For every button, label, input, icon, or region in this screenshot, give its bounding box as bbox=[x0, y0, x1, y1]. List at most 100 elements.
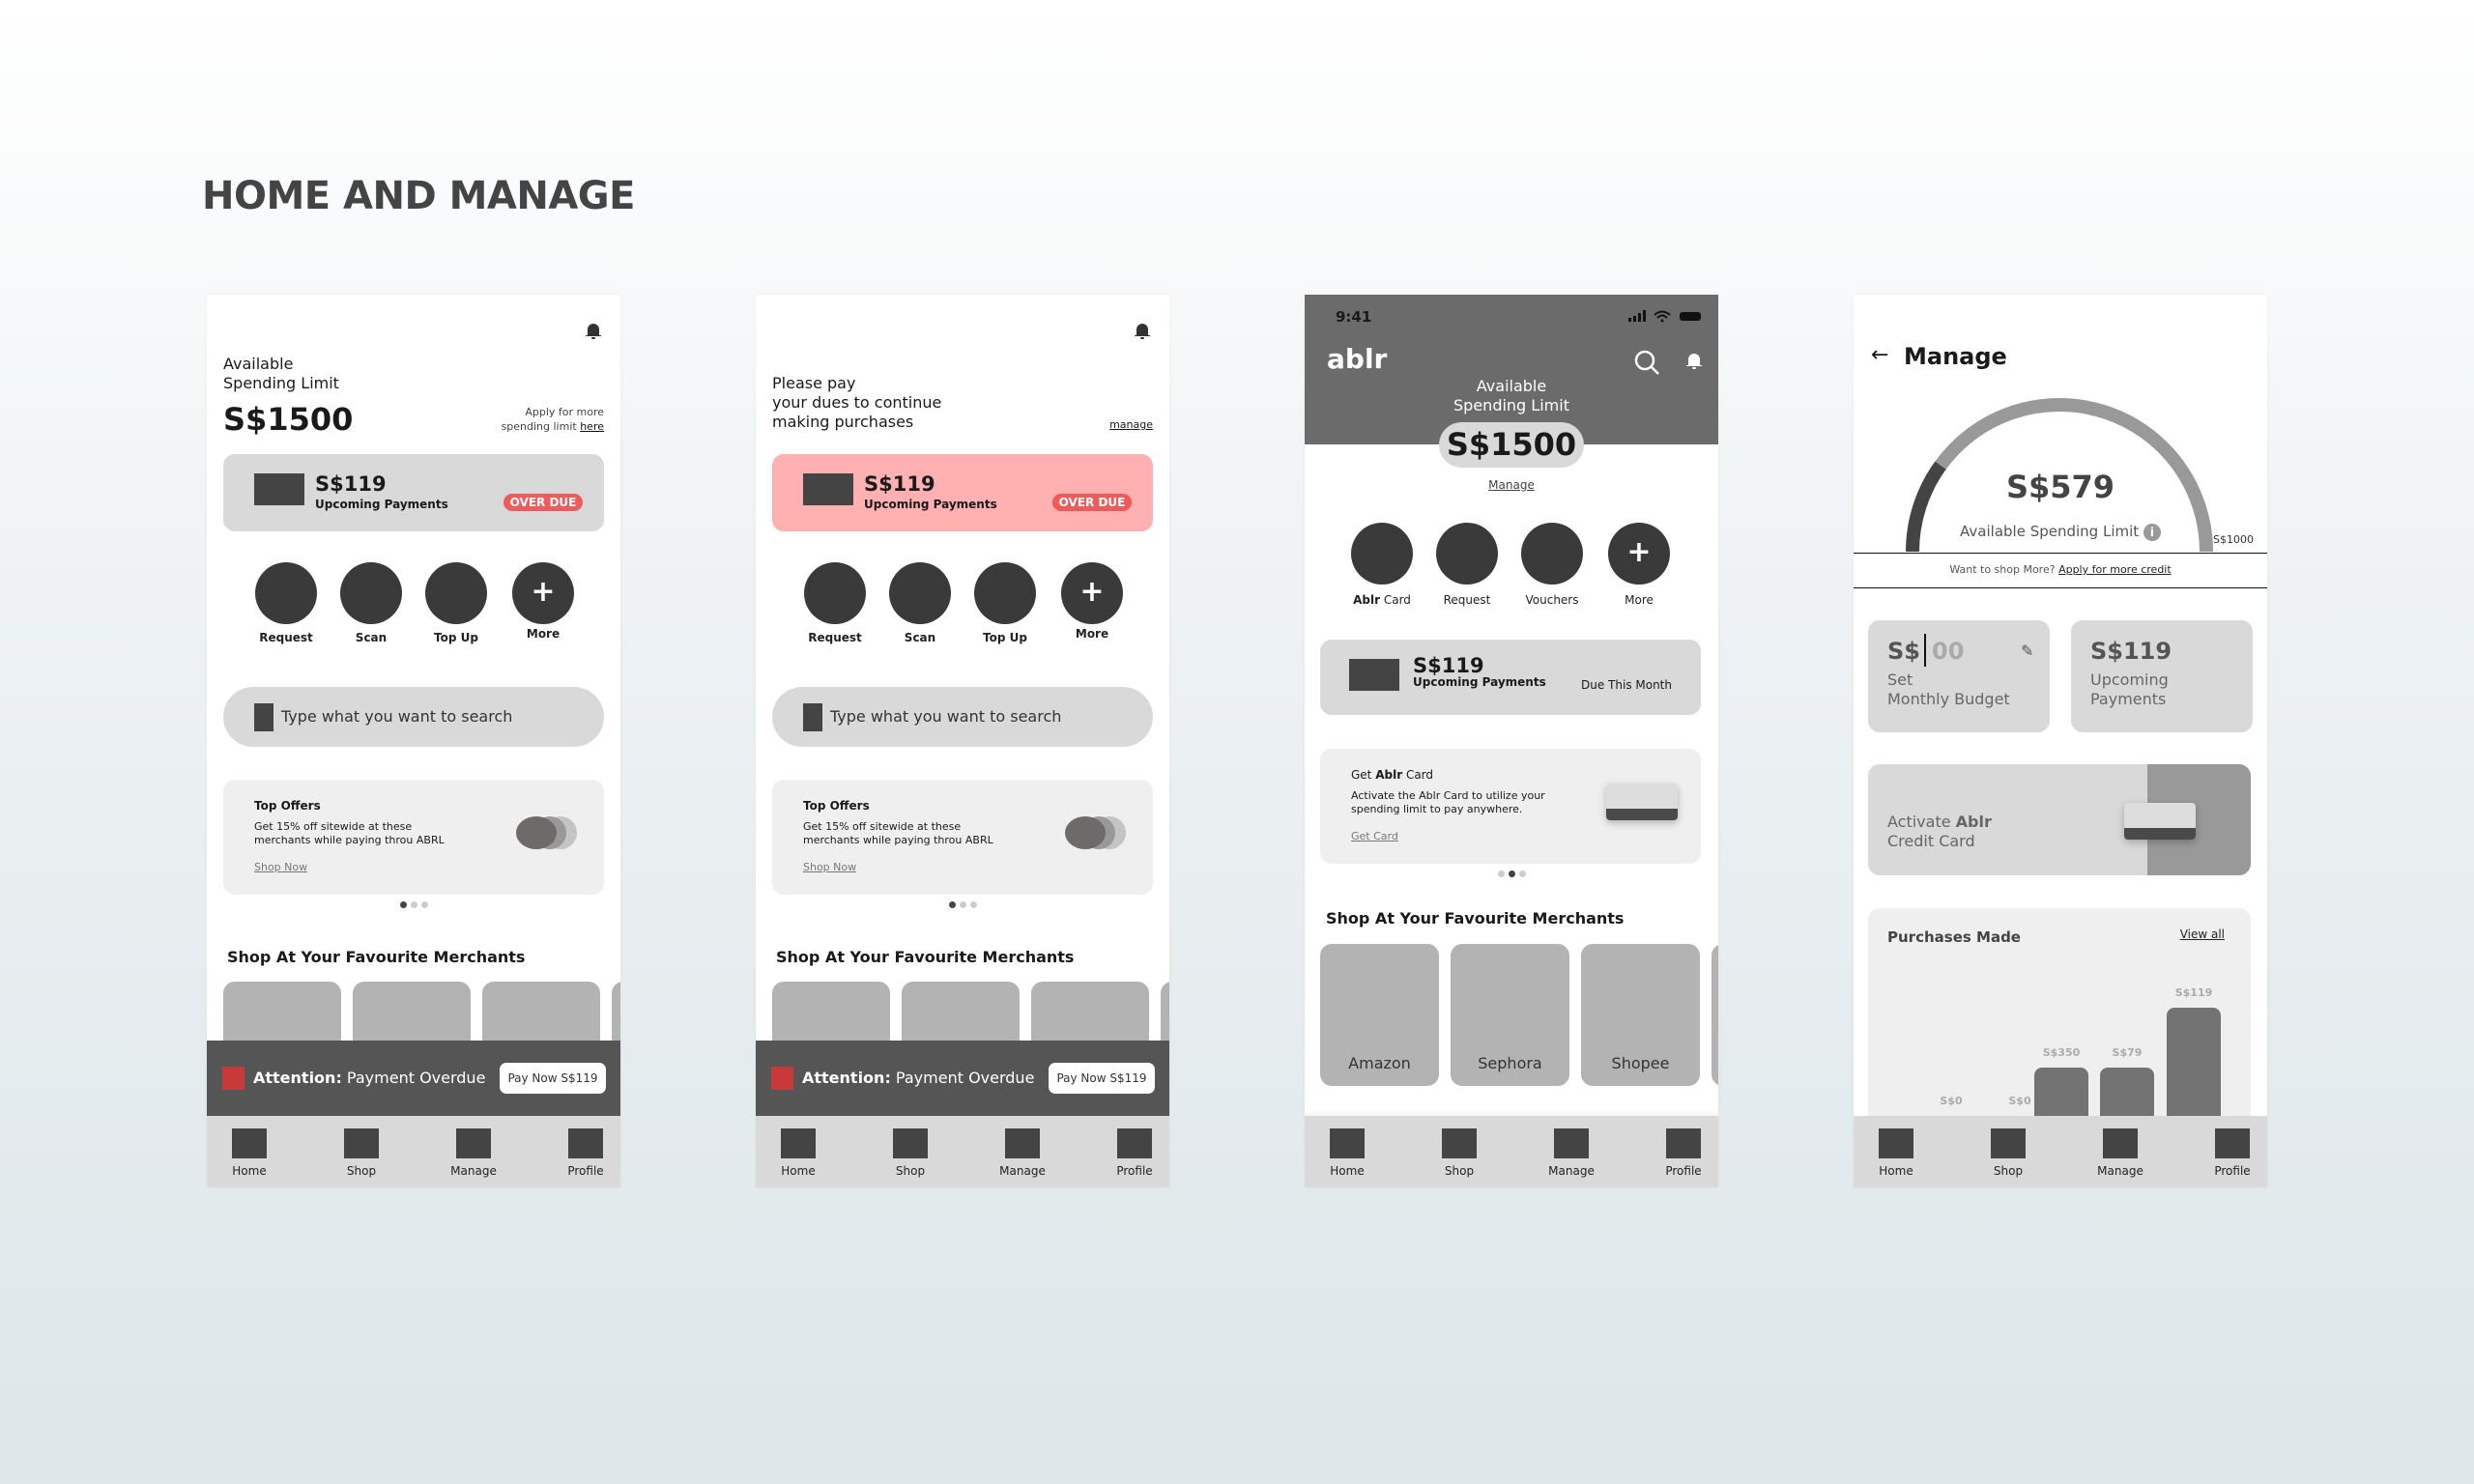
merchant-tile[interactable]: Sephora bbox=[1451, 944, 1569, 1086]
nav-2-icon[interactable] bbox=[456, 1128, 491, 1158]
manage-link[interactable]: Manage bbox=[1305, 478, 1718, 492]
nav-item-label[interactable]: Shop bbox=[1970, 1164, 2047, 1178]
action-0-button[interactable] bbox=[804, 562, 866, 624]
upcoming-payments-card[interactable]: S$119 Upcoming Payments OVER DUE bbox=[223, 454, 604, 531]
nav-item-label[interactable]: Home bbox=[1857, 1164, 1935, 1178]
merchants-title: Shop At Your Favourite Merchants bbox=[776, 948, 1075, 966]
action-label: More bbox=[1625, 593, 1654, 607]
action-3-button[interactable]: + bbox=[1061, 562, 1123, 624]
nav-0-icon[interactable] bbox=[781, 1128, 816, 1158]
bottom-nav: Home Shop Manage Profile bbox=[1305, 1116, 1718, 1187]
bottom-nav: Home Shop Manage Profile bbox=[756, 1116, 1169, 1187]
home-overdue-screen: Please pay your dues to continue making pu… bbox=[756, 295, 1169, 1187]
nav-item-label[interactable]: Manage bbox=[1533, 1164, 1610, 1178]
bell-icon[interactable] bbox=[1133, 321, 1152, 340]
nav-item-label[interactable]: Manage bbox=[435, 1164, 512, 1178]
upcoming-payments-card[interactable]: S$119 Upcoming Payments Due This Month bbox=[1320, 640, 1701, 715]
upcoming-payments-card[interactable]: S$119 Upcoming Payments bbox=[2071, 620, 2253, 732]
pencil-icon[interactable]: ✎ bbox=[2021, 642, 2033, 660]
shop-now-link[interactable]: Shop Now bbox=[803, 861, 856, 873]
nav-1-icon[interactable] bbox=[1442, 1128, 1477, 1158]
get-card-promo: Get Ablr Card Activate the Ablr Card to … bbox=[1320, 749, 1701, 864]
search-icon[interactable] bbox=[1633, 349, 1660, 376]
bell-icon[interactable] bbox=[1684, 351, 1704, 370]
nav-2-icon[interactable] bbox=[2103, 1128, 2138, 1158]
bell-icon[interactable] bbox=[584, 321, 603, 340]
merchant-name: Shopee bbox=[1611, 1054, 1670, 1072]
nav-0-icon[interactable] bbox=[232, 1128, 267, 1158]
get-card-link[interactable]: Get Card bbox=[1351, 830, 1398, 842]
search-placeholder: Type what you want to search bbox=[830, 707, 1062, 726]
nav-1-icon[interactable] bbox=[1991, 1128, 2026, 1158]
nav-3-icon[interactable] bbox=[568, 1128, 603, 1158]
merchant-tile[interactable]: Amazon bbox=[1320, 944, 1439, 1086]
action-label: Top Up bbox=[434, 631, 478, 644]
upcoming-label: Upcoming Payments bbox=[864, 498, 997, 511]
attention-banner: Attention: Payment Overdue Pay Now S$119 bbox=[207, 1041, 620, 1116]
activate-card-banner[interactable]: Activate Ablr Credit Card bbox=[1868, 764, 2251, 875]
nav-3-icon[interactable] bbox=[1666, 1128, 1701, 1158]
action-1-button[interactable] bbox=[889, 562, 951, 624]
action-0-button[interactable] bbox=[255, 562, 317, 624]
attention-text: Attention: Payment Overdue bbox=[253, 1069, 486, 1087]
view-all-link[interactable]: View all bbox=[2180, 928, 2225, 941]
search-input[interactable]: Type what you want to search bbox=[772, 687, 1153, 747]
offer-text: Get 15% off sitewide at these merchants w… bbox=[254, 820, 445, 846]
merchant-tile[interactable]: Shopee bbox=[1581, 944, 1700, 1086]
search-input[interactable]: Type what you want to search bbox=[223, 687, 604, 747]
action-3-button[interactable]: + bbox=[512, 562, 574, 624]
action-label: Vouchers bbox=[1525, 593, 1579, 607]
top-offers-card: Top Offers Get 15% off sitewide at these… bbox=[772, 780, 1153, 895]
merchant-tile[interactable] bbox=[1712, 944, 1718, 1086]
nav-item-label[interactable]: Profile bbox=[1645, 1164, 1718, 1178]
upcoming-label: Upcoming Payments bbox=[2090, 671, 2169, 708]
nav-2-icon[interactable] bbox=[1005, 1128, 1040, 1158]
nav-1-icon[interactable] bbox=[893, 1128, 928, 1158]
merchant-name: Sephora bbox=[1478, 1054, 1542, 1072]
shop-now-link[interactable]: Shop Now bbox=[254, 861, 307, 873]
action-1-button[interactable] bbox=[340, 562, 402, 624]
action-1-button[interactable] bbox=[1436, 523, 1498, 585]
nav-item-label[interactable]: Shop bbox=[872, 1164, 949, 1178]
nav-0-icon[interactable] bbox=[1879, 1128, 1913, 1158]
info-icon[interactable]: i bbox=[2143, 524, 2161, 541]
nav-item-label[interactable]: Shop bbox=[1421, 1164, 1498, 1178]
nav-item-label[interactable]: Profile bbox=[547, 1164, 620, 1178]
budget-input[interactable]: 00 bbox=[1932, 638, 1964, 665]
alert-icon bbox=[771, 1067, 793, 1090]
upcoming-payments-card[interactable]: S$119 Upcoming Payments OVER DUE bbox=[772, 454, 1153, 531]
nav-item-label[interactable]: Manage bbox=[2082, 1164, 2159, 1178]
action-2-button[interactable] bbox=[1521, 523, 1583, 585]
nav-item-label[interactable]: Home bbox=[760, 1164, 837, 1178]
action-2-button[interactable] bbox=[425, 562, 487, 624]
bar-label: S$350 bbox=[2042, 1046, 2081, 1059]
apply-credit-link[interactable]: Apply for more credit bbox=[2058, 563, 2172, 576]
nav-item-label[interactable]: Home bbox=[1309, 1164, 1386, 1178]
merchant-name: Amazon bbox=[1348, 1054, 1411, 1072]
action-label: Request bbox=[259, 631, 313, 644]
nav-0-icon[interactable] bbox=[1330, 1128, 1365, 1158]
nav-item-label[interactable]: Profile bbox=[1096, 1164, 1169, 1178]
bottom-nav: Home Shop Manage Profile bbox=[207, 1116, 620, 1187]
coin-icon bbox=[1065, 816, 1106, 849]
limit-heading: Available Spending Limit bbox=[223, 355, 339, 392]
search-icon bbox=[803, 703, 822, 731]
monthly-budget-card[interactable]: S$ 00 ✎ Set Monthly Budget bbox=[1868, 620, 2050, 732]
action-0-button[interactable] bbox=[1351, 523, 1413, 585]
nav-3-icon[interactable] bbox=[2215, 1128, 2250, 1158]
pay-now-button[interactable]: Pay Now S$119 bbox=[500, 1063, 606, 1094]
apply-here-link[interactable]: here bbox=[580, 420, 604, 433]
nav-1-icon[interactable] bbox=[344, 1128, 379, 1158]
action-2-button[interactable] bbox=[974, 562, 1036, 624]
nav-3-icon[interactable] bbox=[1117, 1128, 1152, 1158]
action-3-button[interactable]: + bbox=[1608, 523, 1670, 585]
nav-item-label[interactable]: Shop bbox=[323, 1164, 400, 1178]
nav-item-label[interactable]: Profile bbox=[2194, 1164, 2267, 1178]
manage-link[interactable]: manage bbox=[1109, 418, 1153, 431]
nav-2-icon[interactable] bbox=[1554, 1128, 1589, 1158]
nav-item-label[interactable]: Home bbox=[211, 1164, 288, 1178]
carousel-dots bbox=[207, 901, 620, 908]
nav-item-label[interactable]: Manage bbox=[984, 1164, 1061, 1178]
pay-now-button[interactable]: Pay Now S$119 bbox=[1049, 1063, 1155, 1094]
purchases-title: Purchases Made bbox=[1887, 928, 2021, 946]
